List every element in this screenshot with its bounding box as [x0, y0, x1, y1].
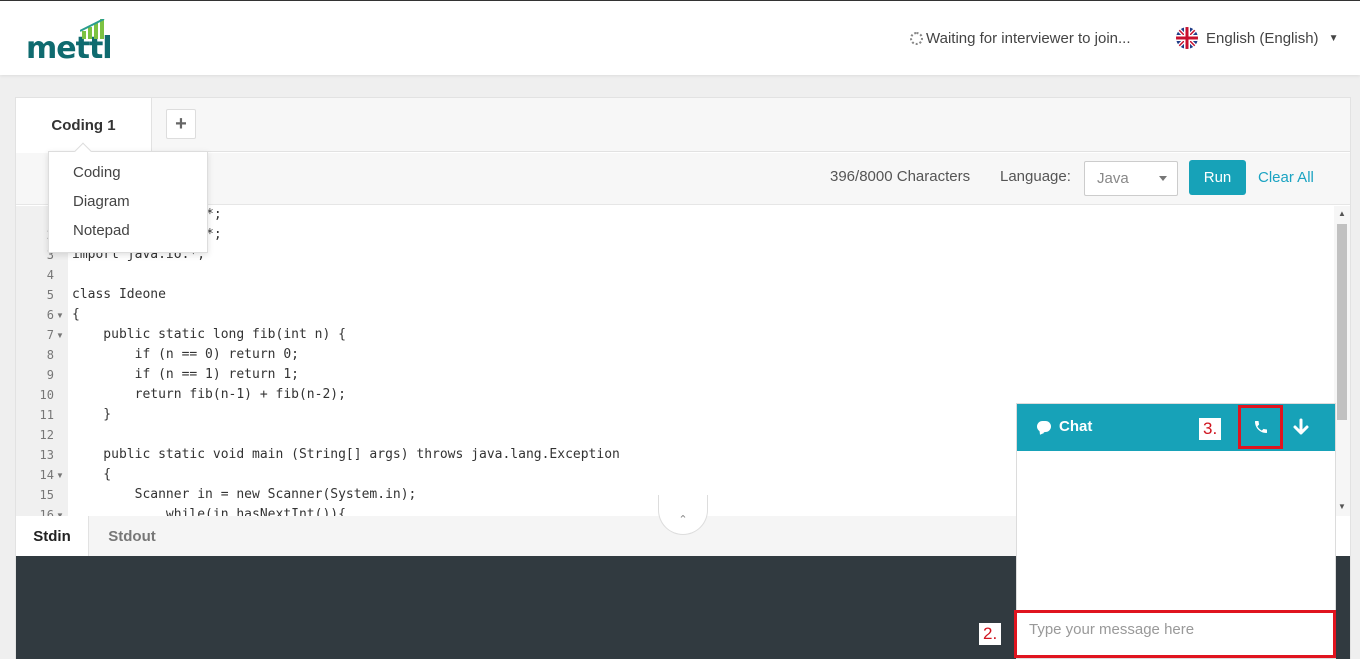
add-tab-button[interactable]: + — [166, 109, 196, 139]
code-line: while(in.hasNextInt()){ — [72, 507, 346, 516]
dropdown-item-coding[interactable]: Coding — [73, 164, 121, 181]
fold-arrow-icon[interactable]: ▼ — [56, 311, 64, 320]
code-line: public static long fib(int n) { — [72, 327, 346, 342]
code-line: { — [72, 467, 112, 482]
line-number: 8 — [46, 348, 54, 362]
logo-bars-icon — [80, 19, 105, 39]
top-header: mettl Waiting for interviewer to join...… — [0, 0, 1360, 75]
run-button[interactable]: Run — [1189, 160, 1246, 195]
annotation-marker-2: 2. — [979, 623, 1002, 645]
code-line: public static void main (String[] args) … — [72, 447, 620, 462]
chat-panel: Chat Type your message here — [1014, 403, 1336, 659]
code-line: if (n == 1) return 1; — [72, 367, 299, 382]
code-line: class Ideone — [72, 287, 166, 302]
editor-toolbar: 396/8000 Characters Language: Java Run C… — [16, 153, 1350, 205]
line-number: 4 — [46, 268, 54, 282]
line-number: 14 — [39, 468, 54, 482]
annotation-marker-3: 3. — [1199, 418, 1222, 440]
line-number: 13 — [39, 448, 54, 462]
line-number: 12 — [39, 428, 54, 442]
clear-all-link[interactable]: Clear All — [1258, 169, 1314, 186]
scroll-thumb[interactable] — [1337, 224, 1347, 420]
line-number: 7 — [46, 328, 54, 342]
editor-scrollbar[interactable]: ▲ ▼ — [1334, 206, 1350, 516]
phone-icon — [1254, 421, 1267, 433]
chat-bubble-icon — [1037, 421, 1051, 432]
tab-type-dropdown: Coding Diagram Notepad — [48, 142, 208, 253]
dropdown-arrow-icon — [1159, 176, 1167, 181]
code-line: *; — [206, 207, 222, 222]
arrow-down-icon — [1293, 418, 1309, 435]
fold-arrow-icon[interactable]: ▼ — [56, 331, 64, 340]
tab-bar: Coding 1 + — [16, 98, 1350, 153]
call-button[interactable] — [1238, 405, 1283, 449]
line-number: 10 — [39, 388, 54, 402]
language-select[interactable]: Java — [1084, 161, 1178, 196]
code-line: *; — [206, 227, 222, 242]
fold-arrow-icon[interactable]: ▼ — [56, 471, 64, 480]
line-number: 9 — [46, 368, 54, 382]
code-line: return fib(n-1) + fib(n-2); — [72, 387, 346, 402]
chat-message-input[interactable]: Type your message here — [1014, 610, 1336, 658]
chat-header: Chat — [1017, 404, 1335, 451]
line-number: 15 — [39, 488, 54, 502]
code-line: Scanner in = new Scanner(System.in); — [72, 487, 417, 502]
scroll-down-icon[interactable]: ▼ — [1338, 502, 1346, 511]
tab-stdout[interactable]: Stdout — [89, 516, 175, 556]
chat-title-text: Chat — [1059, 418, 1093, 435]
language-selector[interactable]: English (English) ▼ — [1176, 27, 1338, 49]
tab-stdin[interactable]: Stdin — [16, 516, 89, 556]
language-label: Language: — [1000, 168, 1071, 185]
dropdown-item-notepad[interactable]: Notepad — [73, 222, 130, 239]
interviewer-status: Waiting for interviewer to join... — [910, 30, 1131, 47]
line-number: 11 — [39, 408, 54, 422]
code-line: } — [72, 407, 112, 422]
uk-flag-icon — [1176, 27, 1198, 49]
character-count: 396/8000 Characters — [830, 168, 971, 185]
code-line: { — [72, 307, 80, 322]
line-number: 6 — [46, 308, 54, 322]
status-text: Waiting for interviewer to join... — [926, 30, 1131, 47]
line-number: 16 — [39, 508, 54, 516]
dropdown-item-diagram[interactable]: Diagram — [73, 193, 130, 210]
io-tab-bar: Stdin Stdout — [16, 516, 1016, 556]
mettl-logo[interactable]: mettl — [26, 19, 113, 66]
language-label: English (English) — [1206, 29, 1319, 47]
loading-spinner-icon — [910, 32, 923, 45]
caret-down-icon: ▼ — [1328, 32, 1339, 44]
code-line: if (n == 0) return 0; — [72, 347, 299, 362]
scroll-up-icon[interactable]: ▲ — [1338, 209, 1346, 218]
chat-title: Chat — [1037, 418, 1092, 435]
minimize-chat-button[interactable] — [1289, 414, 1313, 440]
line-number: 5 — [46, 288, 54, 302]
language-select-value: Java — [1097, 170, 1129, 187]
